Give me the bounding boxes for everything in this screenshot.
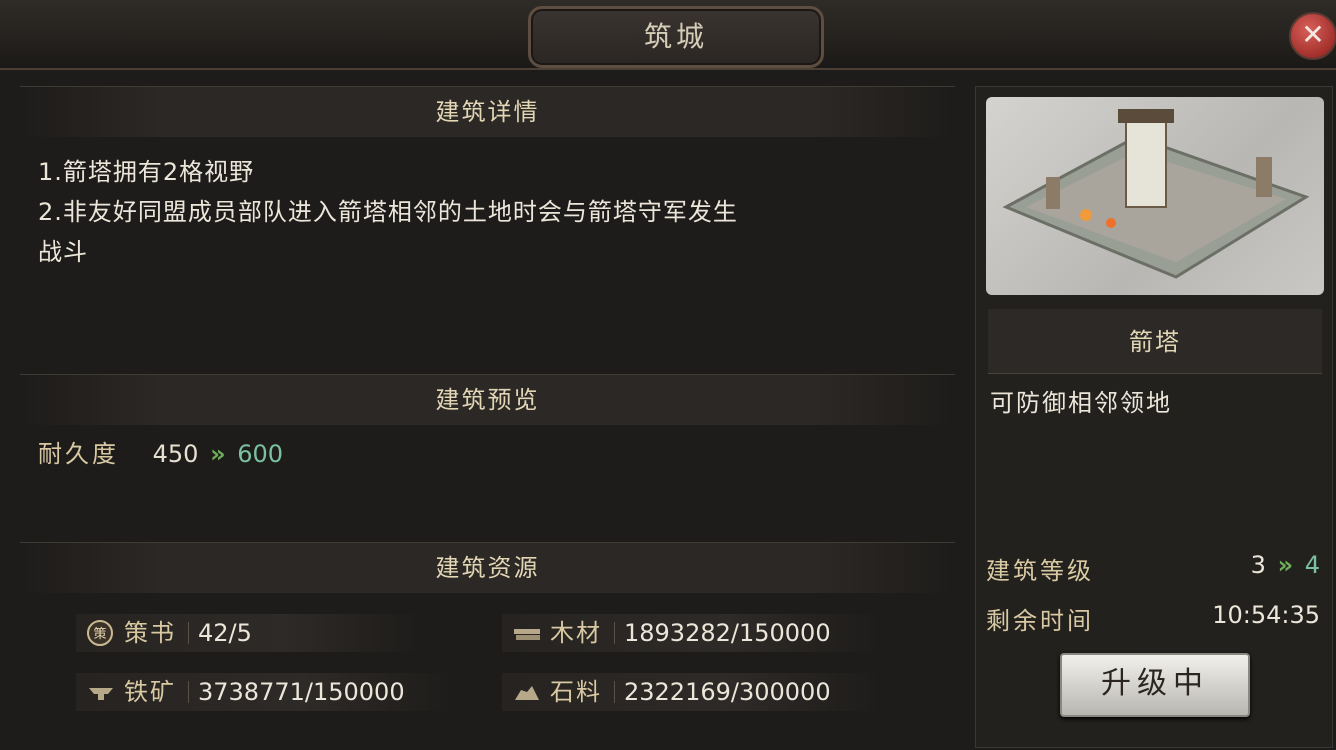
durability-current: 450 — [152, 440, 199, 468]
durability-next: 600 — [237, 440, 284, 468]
resource-item-stone: 石料 2322169/300000 — [502, 673, 882, 711]
wood-icon — [512, 619, 540, 647]
resource-item-strategy-book: 策 策书 42/5 — [76, 614, 422, 652]
arrow-tower-image — [986, 97, 1324, 295]
left-panel: 建筑详情 1.箭塔拥有2格视野 2.非友好同盟成员部队进入箭塔相邻的土地时会与箭… — [20, 86, 955, 746]
divider — [614, 681, 615, 703]
resource-item-iron-ore: 铁矿 3738771/150000 — [76, 673, 456, 711]
divider — [188, 681, 189, 703]
upgrade-arrow-icon: » — [1277, 551, 1294, 579]
resource-value: 1893282/150000 — [624, 619, 831, 647]
detail-line-1: 1.箭塔拥有2格视野 — [38, 158, 255, 186]
resource-value: 2322169/300000 — [624, 678, 831, 706]
divider — [188, 622, 189, 644]
iron-ore-icon — [86, 678, 114, 706]
time-remaining: 10:54:35 — [1212, 601, 1320, 629]
stone-icon — [512, 678, 540, 706]
resource-name: 石料 — [550, 678, 602, 706]
preview-header-label: 建筑预览 — [435, 386, 540, 414]
building-name-plate: 箭塔 — [988, 309, 1322, 374]
detail-line-2: 2.非友好同盟成员部队进入箭塔相邻的土地时会与箭塔守军发生 — [38, 198, 738, 226]
durability-row: 耐久度 450 » 600 — [38, 434, 283, 470]
close-button[interactable]: ✕ — [1289, 12, 1336, 60]
resource-name: 策书 — [124, 619, 176, 647]
resources-header-label: 建筑资源 — [435, 554, 540, 582]
building-description: 可防御相邻领地 — [990, 389, 1172, 417]
detail-line-3: 战斗 — [38, 238, 88, 266]
time-label: 剩余时间 — [986, 607, 1094, 635]
level-value: 3 » 4 — [1251, 551, 1320, 579]
svg-text:策: 策 — [93, 626, 106, 642]
strategy-book-icon: 策 — [86, 619, 114, 647]
upgrading-button[interactable]: 升级中 — [1060, 653, 1250, 717]
details-header: 建筑详情 — [20, 86, 955, 137]
resource-value: 42/5 — [198, 619, 252, 647]
resource-value: 3738771/150000 — [198, 678, 405, 706]
resource-item-wood: 木材 1893282/150000 — [502, 614, 882, 652]
window-title: 筑城 — [643, 20, 708, 53]
divider — [614, 622, 615, 644]
preview-header: 建筑预览 — [20, 374, 955, 425]
building-info-panel: 箭塔 可防御相邻领地 建筑等级 3 » 4 剩余时间 10:54:35 升级中 — [975, 86, 1333, 748]
upgrade-arrow-icon: » — [210, 440, 226, 468]
level-label: 建筑等级 — [986, 557, 1094, 585]
title-plate: 筑城 — [528, 6, 824, 68]
level-next: 4 — [1304, 551, 1320, 579]
building-name: 箭塔 — [1129, 328, 1181, 356]
level-current: 3 — [1250, 551, 1266, 579]
details-header-label: 建筑详情 — [435, 98, 540, 126]
resource-name: 铁矿 — [124, 678, 176, 706]
resource-name: 木材 — [550, 619, 602, 647]
durability-label: 耐久度 — [38, 440, 119, 468]
resources-header: 建筑资源 — [20, 542, 955, 593]
title-bar: 筑城 ✕ — [0, 0, 1336, 70]
